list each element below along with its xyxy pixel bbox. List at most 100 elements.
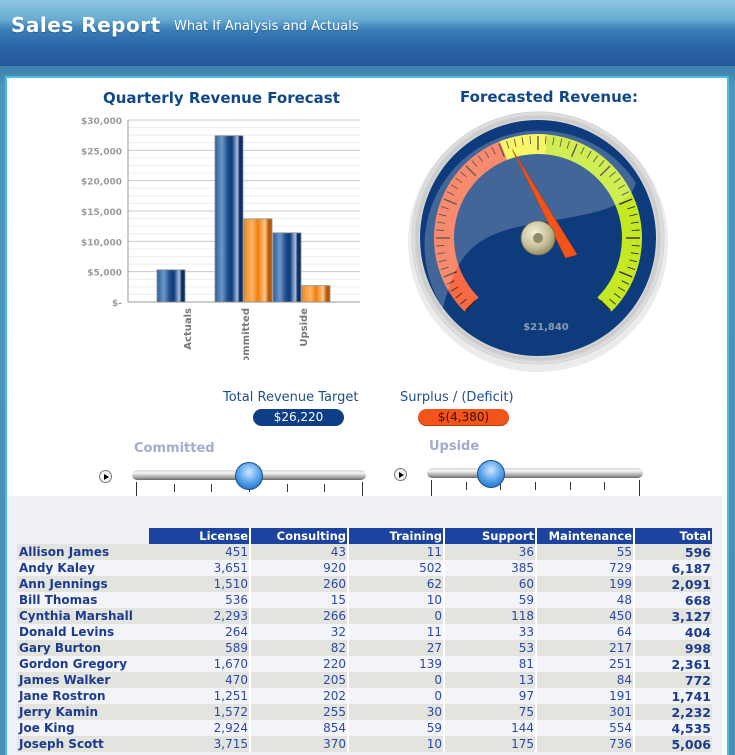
slider-tick	[211, 484, 213, 492]
header-name-blank	[17, 528, 149, 544]
cell-support: 385	[444, 560, 537, 576]
cell-consulting: 370	[250, 736, 349, 752]
rep-name: Andy Kaley	[17, 560, 149, 576]
bar-actuals-forecast	[156, 269, 186, 303]
y-tick-label: $-	[112, 299, 122, 309]
cell-training: 11	[348, 624, 445, 640]
cell-license: 451	[149, 544, 251, 560]
table-row[interactable]: Andy Kaley 3,651 920 502 385 729 6,187	[17, 560, 712, 576]
slider-tick	[431, 480, 432, 496]
cell-consulting: 260	[250, 576, 349, 592]
cell-total: 4,535	[634, 720, 712, 736]
cell-maintenance: 84	[536, 672, 635, 688]
committed-play-button[interactable]	[99, 470, 112, 483]
rep-name: Joe King	[17, 720, 149, 736]
cell-training: 30	[348, 704, 445, 720]
cell-maintenance: 217	[536, 640, 635, 656]
cell-training: 62	[348, 576, 445, 592]
slider-tick	[324, 484, 326, 492]
cell-license: 1,510	[149, 576, 251, 592]
cell-maintenance: 450	[536, 608, 635, 624]
cell-total: 1,741	[634, 688, 712, 704]
cell-support: 97	[444, 688, 537, 704]
col-maintenance[interactable]: Maintenance	[536, 528, 635, 544]
play-icon	[103, 473, 109, 480]
cell-support: 118	[444, 608, 537, 624]
y-tick-label: $5,000	[87, 269, 122, 279]
upside-slider[interactable]	[425, 460, 645, 498]
cell-license: 264	[149, 624, 251, 640]
table-row[interactable]: Donald Levins 264 32 11 33 64 404	[17, 624, 712, 640]
table-row[interactable]: James Walker 470 205 0 13 84 772	[17, 672, 712, 688]
cell-total: 668	[634, 592, 712, 608]
cell-total: 3,127	[634, 608, 712, 624]
table-row[interactable]: Cynthia Marshall 2,293 266 0 118 450 3,127	[17, 608, 712, 624]
col-consulting[interactable]: Consulting	[250, 528, 349, 544]
gauge-title: Forecasted Revenue:	[460, 88, 638, 106]
upside-slider-track[interactable]	[427, 468, 643, 478]
cell-maintenance: 55	[536, 544, 635, 560]
cell-maintenance: 251	[536, 656, 635, 672]
bar-committed-adjusted	[243, 218, 273, 303]
committed-slider-thumb[interactable]	[235, 462, 263, 490]
cell-consulting: 202	[250, 688, 349, 704]
col-training[interactable]: Training	[348, 528, 445, 544]
cell-training: 11	[348, 544, 445, 560]
table-row[interactable]: Ann Jennings 1,510 260 62 60 199 2,091	[17, 576, 712, 592]
rep-name: Cynthia Marshall	[17, 608, 149, 624]
cell-support: 81	[444, 656, 537, 672]
cell-maintenance: 729	[536, 560, 635, 576]
x-tick-label: Committed	[241, 308, 252, 360]
slider-tick	[604, 482, 606, 490]
upside-slider-label: Upside	[429, 439, 480, 454]
cell-total: 6,187	[634, 560, 712, 576]
y-tick-label: $20,000	[81, 178, 122, 188]
table-row[interactable]: Jerry Kamin 1,572 255 30 75 301 2,232	[17, 704, 712, 720]
cell-consulting: 43	[250, 544, 349, 560]
cell-training: 0	[348, 608, 445, 624]
col-total[interactable]: Total	[634, 528, 712, 544]
rep-name: Gordon Gregory	[17, 656, 149, 672]
rep-name: Joseph Scott	[17, 736, 149, 752]
cell-consulting: 854	[250, 720, 349, 736]
rep-name: Allison James	[17, 544, 149, 560]
rep-name: Jane Rostron	[17, 688, 149, 704]
cell-consulting: 15	[250, 592, 349, 608]
gauge-hub-center	[533, 233, 543, 243]
cell-support: 59	[444, 592, 537, 608]
cell-training: 27	[348, 640, 445, 656]
rep-name: Jerry Kamin	[17, 704, 149, 720]
table-row[interactable]: Joseph Scott 3,715 370 10 175 736 5,006	[17, 736, 712, 752]
cell-license: 1,670	[149, 656, 251, 672]
upside-play-button[interactable]	[394, 468, 407, 481]
col-support[interactable]: Support	[444, 528, 537, 544]
cell-training: 139	[348, 656, 445, 672]
table-row[interactable]: Joe King 2,924 854 59 144 554 4,535	[17, 720, 712, 736]
cell-license: 589	[149, 640, 251, 656]
col-license[interactable]: License	[149, 528, 251, 544]
cell-total: 5,006	[634, 736, 712, 752]
surplus-value-badge: $(4,380)	[418, 409, 509, 426]
table-row[interactable]: Jane Rostron 1,251 202 0 97 191 1,741	[17, 688, 712, 704]
cell-support: 36	[444, 544, 537, 560]
rep-name: Bill Thomas	[17, 592, 149, 608]
table-row[interactable]: Allison James 451 43 11 36 55 596	[17, 544, 712, 560]
cell-training: 0	[348, 688, 445, 704]
cell-license: 1,251	[149, 688, 251, 704]
cell-training: 59	[348, 720, 445, 736]
y-tick-label: $15,000	[81, 208, 122, 218]
table-row[interactable]: Gordon Gregory 1,670 220 139 81 251 2,361	[17, 656, 712, 672]
table-row[interactable]: Gary Burton 589 82 27 53 217 998	[17, 640, 712, 656]
app-header: Sales Report What If Analysis and Actual…	[0, 0, 735, 66]
table-row[interactable]: Bill Thomas 536 15 10 59 48 668	[17, 592, 712, 608]
cell-maintenance: 199	[536, 576, 635, 592]
bar-committed-forecast	[214, 135, 244, 303]
rep-name: James Walker	[17, 672, 149, 688]
cell-consulting: 220	[250, 656, 349, 672]
y-tick-label: $25,000	[81, 147, 122, 157]
chart-title: Quarterly Revenue Forecast	[103, 89, 340, 107]
gauge-tick	[631, 244, 640, 247]
cell-license: 1,572	[149, 704, 251, 720]
cell-support: 13	[444, 672, 537, 688]
rep-name: Ann Jennings	[17, 576, 149, 592]
